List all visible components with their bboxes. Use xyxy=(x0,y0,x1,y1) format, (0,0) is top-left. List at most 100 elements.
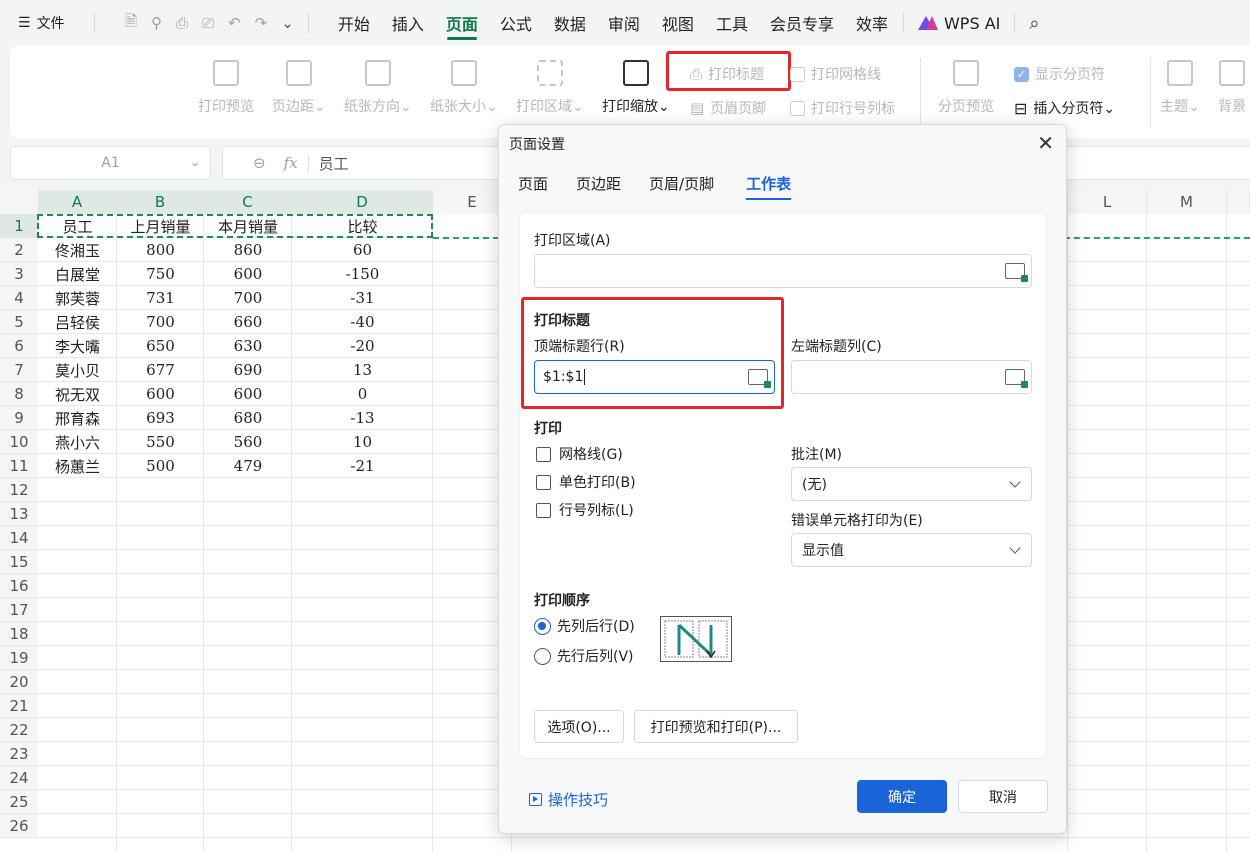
table-cell[interactable]: 佟湘玉 xyxy=(38,238,117,262)
tab-sheet[interactable]: 工作表 xyxy=(746,173,792,200)
orientation-button[interactable]: 纸张方向⌄ xyxy=(344,60,412,116)
errors-select[interactable]: 显示值 xyxy=(791,533,1032,567)
tab-tools[interactable]: 工具 xyxy=(705,0,759,46)
header-footer-button[interactable]: ▤ 页眉页脚 xyxy=(690,98,766,118)
table-cell[interactable]: 祝无双 xyxy=(38,382,117,406)
table-cell[interactable]: -31 xyxy=(292,286,433,310)
table-cell[interactable]: 600 xyxy=(117,382,204,406)
file-menu[interactable]: ☰ 文件 xyxy=(0,13,80,33)
paper-size-button[interactable]: 纸张大小⌄ xyxy=(430,60,498,116)
row-header[interactable]: 18 xyxy=(0,622,38,646)
options-button[interactable]: 选项(O)... xyxy=(534,710,624,743)
row-header[interactable]: 9 xyxy=(0,406,38,430)
row-header[interactable]: 2 xyxy=(0,238,38,262)
insert-page-break-button[interactable]: ⊟ 插入分页符⌄ xyxy=(1014,98,1115,118)
table-cell[interactable]: 560 xyxy=(204,430,292,454)
comments-select[interactable]: (无) xyxy=(791,467,1032,501)
table-cell[interactable]: 10 xyxy=(292,430,433,454)
print-scale-button[interactable]: 打印缩放⌄ xyxy=(602,60,670,116)
table-cell[interactable]: 600 xyxy=(204,382,292,406)
print-preview-icon[interactable]: ⎚ xyxy=(202,14,214,32)
table-cell[interactable]: -20 xyxy=(292,334,433,358)
tab-formula[interactable]: 公式 xyxy=(489,0,543,46)
range-picker-icon[interactable] xyxy=(1005,263,1028,282)
redo-icon[interactable]: ↷ xyxy=(255,14,268,32)
row-header[interactable]: 7 xyxy=(0,358,38,382)
table-cell[interactable]: 550 xyxy=(117,430,204,454)
tab-view[interactable]: 视图 xyxy=(651,0,705,46)
row-header[interactable]: 11 xyxy=(0,454,38,478)
row-header[interactable]: 6 xyxy=(0,334,38,358)
tab-page[interactable]: 页面 xyxy=(435,0,489,46)
row-header[interactable]: 10 xyxy=(0,430,38,454)
table-cell[interactable]: 690 xyxy=(204,358,292,382)
table-cell[interactable]: 邢育森 xyxy=(38,406,117,430)
print-row-col-headers-checkbox[interactable]: 打印行号列标 xyxy=(790,98,895,118)
chevron-down-icon[interactable]: ⌄ xyxy=(190,155,200,169)
row-header[interactable]: 24 xyxy=(0,766,38,790)
row-header[interactable]: 12 xyxy=(0,478,38,502)
table-cell[interactable]: -40 xyxy=(292,310,433,334)
print-icon[interactable]: ⎙ xyxy=(176,14,188,32)
table-cell[interactable]: 700 xyxy=(117,310,204,334)
row-header[interactable]: 23 xyxy=(0,742,38,766)
close-icon[interactable]: ✕ xyxy=(1037,131,1054,155)
table-cell[interactable]: 60 xyxy=(292,238,433,262)
row-header[interactable]: 16 xyxy=(0,574,38,598)
column-header-c[interactable]: C xyxy=(204,190,292,214)
tab-data[interactable]: 数据 xyxy=(543,0,597,46)
column-header-l[interactable]: L xyxy=(1068,190,1147,214)
table-cell[interactable]: 郭芙蓉 xyxy=(38,286,117,310)
tab-member[interactable]: 会员专享 xyxy=(759,0,845,46)
row-header[interactable]: 26 xyxy=(0,814,38,838)
table-cell[interactable]: 700 xyxy=(204,286,292,310)
table-cell[interactable]: 李大嘴 xyxy=(38,334,117,358)
row-header[interactable]: 21 xyxy=(0,694,38,718)
row-col-headers-checkbox[interactable]: 行号列标(L) xyxy=(536,500,634,520)
order-down-then-over-radio[interactable]: 先列后行(D) xyxy=(534,616,635,636)
column-header-a[interactable]: A xyxy=(38,190,117,214)
tab-page-settings[interactable]: 页面 xyxy=(518,173,548,200)
save-icon[interactable]: 🗎 xyxy=(125,11,137,36)
row-header[interactable]: 13 xyxy=(0,502,38,526)
row-header[interactable]: 22 xyxy=(0,718,38,742)
row-header[interactable]: 1 xyxy=(0,214,38,238)
tab-margins[interactable]: 页边距 xyxy=(576,173,621,200)
table-cell[interactable]: 500 xyxy=(117,454,204,478)
print-preview-button[interactable]: 打印预览 xyxy=(198,60,254,116)
gridlines-checkbox[interactable]: 网格线(G) xyxy=(536,444,623,464)
range-picker-icon[interactable] xyxy=(1005,369,1028,388)
column-header-m[interactable]: M xyxy=(1147,190,1227,214)
show-page-breaks-checkbox[interactable]: ✓ 显示分页符 xyxy=(1014,64,1105,84)
table-cell[interactable]: 677 xyxy=(117,358,204,382)
format-painter-icon[interactable]: ⚲ xyxy=(151,14,162,32)
table-cell[interactable]: 13 xyxy=(292,358,433,382)
table-cell[interactable]: 白展堂 xyxy=(38,262,117,286)
table-cell[interactable]: 680 xyxy=(204,406,292,430)
row-header[interactable]: 15 xyxy=(0,550,38,574)
column-header-n[interactable] xyxy=(1227,190,1250,214)
mono-print-checkbox[interactable]: 单色打印(B) xyxy=(536,472,636,492)
row-header[interactable]: 25 xyxy=(0,790,38,814)
print-gridlines-checkbox[interactable]: 打印网格线 xyxy=(790,64,881,84)
select-all-corner[interactable] xyxy=(0,190,38,214)
tab-header-footer[interactable]: 页眉/页脚 xyxy=(649,173,714,200)
ok-button[interactable]: 确定 xyxy=(857,780,947,813)
table-cell[interactable]: 693 xyxy=(117,406,204,430)
page-break-preview-button[interactable]: 分页预览 xyxy=(938,60,994,116)
tab-insert[interactable]: 插入 xyxy=(381,0,435,46)
background-button[interactable]: 背景 xyxy=(1218,60,1246,116)
table-cell[interactable]: 750 xyxy=(117,262,204,286)
column-header-d[interactable]: D xyxy=(292,190,433,214)
row-header[interactable]: 3 xyxy=(0,262,38,286)
print-preview-and-print-button[interactable]: 打印预览和打印(P)... xyxy=(634,710,798,743)
zoom-icon[interactable]: ⊖ xyxy=(253,154,266,172)
table-cell[interactable]: 杨蕙兰 xyxy=(38,454,117,478)
tab-review[interactable]: 审阅 xyxy=(597,0,651,46)
row-header[interactable]: 5 xyxy=(0,310,38,334)
print-area-input[interactable] xyxy=(534,254,1032,288)
table-cell[interactable]: 800 xyxy=(117,238,204,262)
left-cols-input[interactable] xyxy=(791,360,1032,394)
wps-ai-button[interactable]: WPS AI xyxy=(917,14,1000,33)
table-cell[interactable]: 吕轻侯 xyxy=(38,310,117,334)
